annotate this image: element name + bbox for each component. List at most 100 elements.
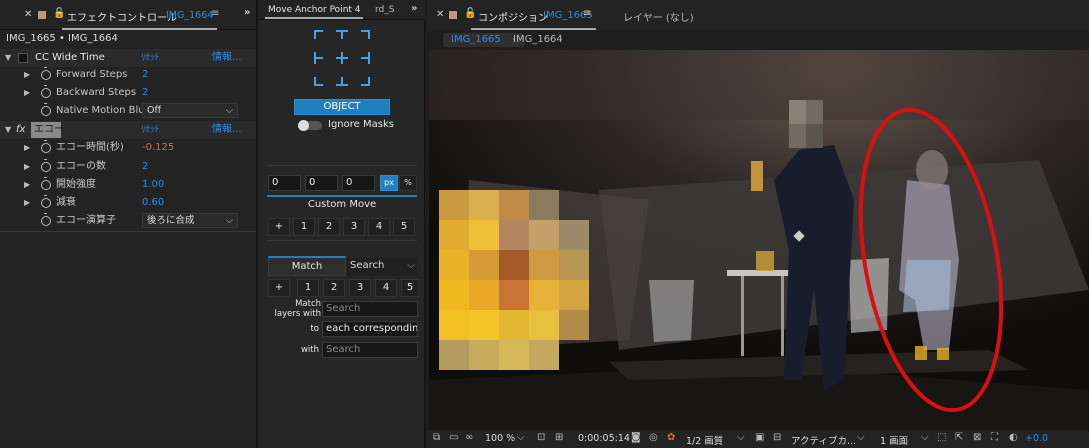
expand-panels-icon[interactable]: » (244, 7, 250, 18)
match-plus-button[interactable]: + (268, 279, 290, 297)
custom-move-3-button[interactable]: 3 (343, 218, 365, 236)
tab-move-anchor-point[interactable]: Move Anchor Point 4 (268, 5, 361, 15)
match-3-button[interactable]: 3 (349, 279, 371, 297)
px-unit-button[interactable]: px (380, 175, 398, 191)
y-input[interactable]: 0 (305, 175, 338, 191)
binoculars-icon[interactable]: ∞ (465, 432, 473, 443)
toggle-pixel-aspect-icon[interactable]: ⬚ (937, 432, 946, 443)
fx-icon[interactable]: fx (16, 121, 25, 139)
flowchart-icon[interactable]: ⛶ (991, 432, 998, 443)
param-row[interactable]: ▶ エコーの数 2 (0, 158, 256, 176)
param-value[interactable]: 0.60 (142, 194, 164, 212)
x-input[interactable]: 0 (268, 175, 301, 191)
lock-icon[interactable]: 🔓 (464, 8, 476, 19)
close-tab-icon[interactable]: ✕ (436, 9, 444, 20)
chevron-down-icon[interactable]: ⌵ (517, 432, 525, 443)
param-value[interactable]: -0.125 (142, 139, 174, 157)
lock-icon[interactable]: 🔓 (53, 8, 65, 19)
snapshot-camera-icon[interactable]: ◙ (631, 432, 641, 443)
exposure-value[interactable]: +0.0 (1025, 433, 1048, 444)
export-frame-icon[interactable]: ⇱ (955, 432, 963, 443)
active-camera-dropdown[interactable]: アクティブカ... (791, 433, 856, 447)
param-row[interactable]: ▶ エコー時間(秒) -0.125 (0, 139, 256, 157)
with-search-input[interactable]: Search (322, 342, 418, 358)
stopwatch-icon[interactable] (41, 103, 51, 116)
monitor-icon[interactable]: ▭ (449, 432, 458, 443)
close-tab-icon[interactable]: ✕ (24, 9, 32, 20)
custom-move-5-button[interactable]: 5 (393, 218, 415, 236)
match-5-button[interactable]: 5 (401, 279, 419, 297)
object-button[interactable]: OBJECT (294, 99, 390, 115)
param-row[interactable]: ▶ Backward Steps 2 (0, 84, 256, 102)
param-value[interactable]: 1.00 (142, 176, 164, 194)
reset-link[interactable]: ﾘｾｯﾄ (141, 121, 159, 139)
resolution-dropdown[interactable]: 1/2 画質 (686, 433, 723, 447)
chevron-down-icon[interactable]: ⌵ (857, 432, 865, 443)
param-row[interactable]: ▶ Forward Steps 2 (0, 66, 256, 84)
collapse-triangle-icon[interactable]: ▼ (5, 121, 11, 139)
effect-name[interactable]: エコー (31, 122, 64, 138)
echo-operator-dropdown[interactable]: 後ろに合成 ⌵ (142, 213, 238, 228)
chevron-down-icon[interactable]: ⌵ (737, 432, 745, 443)
info-link[interactable]: 情報... (212, 49, 242, 67)
tab-layer-none[interactable]: レイヤー (なし) (623, 9, 694, 24)
expand-triangle-icon[interactable]: ▶ (24, 158, 30, 176)
to-dropdown[interactable]: each corresponding la (322, 321, 418, 337)
param-row[interactable]: Native Motion Blur Off ⌵ (0, 102, 256, 120)
match-layers-search-input[interactable]: Search (322, 301, 418, 317)
fast-previews-icon[interactable]: ▣ (755, 432, 764, 443)
param-row[interactable]: ▶ 減衰 0.60 (0, 194, 256, 212)
show-snapshot-icon[interactable]: ◎ (649, 432, 658, 443)
expand-triangle-icon[interactable]: ▶ (24, 176, 30, 194)
info-link[interactable]: 情報... (212, 121, 242, 139)
match-4-button[interactable]: 4 (375, 279, 397, 297)
reset-exposure-icon[interactable]: ◐ (1009, 432, 1018, 443)
stopwatch-icon[interactable] (41, 177, 51, 190)
stopwatch-icon[interactable] (41, 159, 51, 172)
stopwatch-icon[interactable] (41, 213, 51, 226)
flow-active-comp[interactable]: IMG_1665 ‹ (443, 33, 524, 47)
match-tab[interactable]: Match (268, 256, 346, 276)
z-input[interactable]: 0 (342, 175, 375, 191)
custom-move-4-button[interactable]: 4 (368, 218, 390, 236)
3d-view-icon[interactable]: ⊟ (773, 432, 781, 443)
search-tab[interactable]: Search ⌵ (347, 258, 417, 276)
percent-unit-button[interactable]: % (399, 175, 417, 191)
panel-menu-icon[interactable]: ≡ (583, 8, 591, 19)
ignore-masks-toggle[interactable] (298, 120, 322, 131)
expand-triangle-icon[interactable]: ▶ (24, 139, 30, 157)
native-motion-blur-dropdown[interactable]: Off ⌵ (142, 103, 238, 118)
timeline-icon[interactable]: ⊠ (973, 432, 981, 443)
match-2-button[interactable]: 2 (323, 279, 345, 297)
always-preview-icon[interactable]: ⧉ (433, 432, 440, 443)
panel-title[interactable]: エフェクトコントロール (67, 9, 177, 24)
custom-move-2-button[interactable]: 2 (318, 218, 340, 236)
flow-next-comp[interactable]: IMG_1664 (513, 34, 563, 45)
zoom-dropdown[interactable]: 100 % (485, 433, 515, 444)
transparency-grid-icon[interactable]: ⊞ (555, 432, 563, 443)
channels-icon[interactable]: ✿ (667, 432, 675, 443)
chevron-down-icon[interactable]: ⌵ (921, 432, 929, 443)
stopwatch-icon[interactable] (41, 140, 51, 153)
composition-title[interactable]: コンポジション (478, 9, 548, 24)
param-row[interactable]: エコー演算子 後ろに合成 ⌵ (0, 212, 256, 230)
effect-cc-wide-time[interactable]: ▼ CC Wide Time ﾘｾｯﾄ 情報... (0, 49, 256, 67)
expand-triangle-icon[interactable]: ▶ (24, 66, 30, 84)
expand-triangle-icon[interactable]: ▶ (24, 194, 30, 212)
tab-rd-s[interactable]: rd_S (375, 5, 394, 15)
param-row[interactable]: ▶ 開始強度 1.00 (0, 176, 256, 194)
views-dropdown[interactable]: 1 画面 (880, 433, 908, 447)
param-value[interactable]: 2 (142, 66, 148, 84)
stopwatch-icon[interactable] (41, 195, 51, 208)
panel-menu-icon[interactable]: ≡ (211, 8, 219, 19)
expand-triangle-icon[interactable]: ▶ (24, 84, 30, 102)
match-1-button[interactable]: 1 (297, 279, 319, 297)
fx-toggle-box[interactable] (18, 53, 28, 63)
param-value[interactable]: 2 (142, 158, 148, 176)
custom-move-plus-button[interactable]: + (268, 218, 290, 236)
custom-move-1-button[interactable]: 1 (293, 218, 315, 236)
collapse-triangle-icon[interactable]: ▼ (5, 49, 11, 67)
composition-viewer[interactable] (429, 50, 1089, 430)
region-of-interest-icon[interactable]: ⊡ (537, 432, 545, 443)
timecode-display[interactable]: 0:00:05:14 (578, 433, 630, 444)
